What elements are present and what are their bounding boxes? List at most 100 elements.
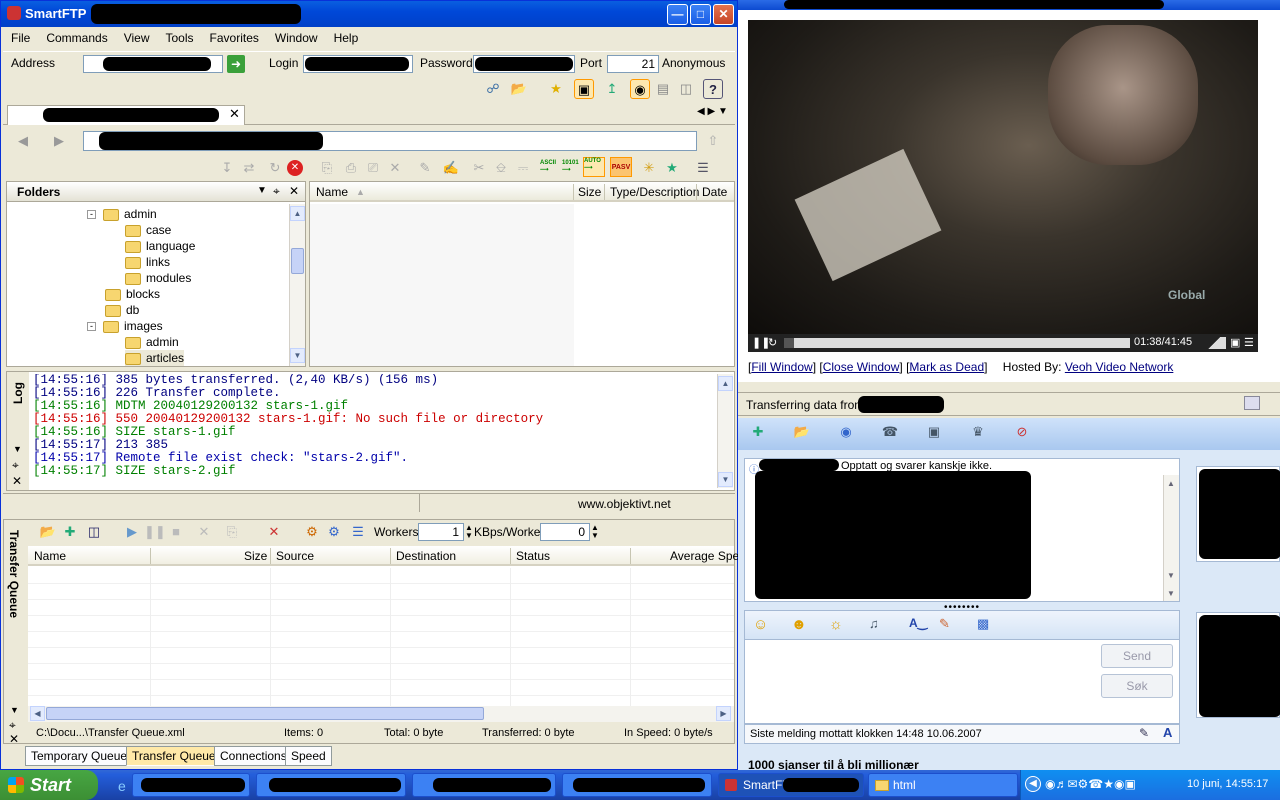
close-window-link[interactable]: Close Window [823, 360, 900, 374]
block-icon[interactable]: ⊘ [1012, 422, 1032, 442]
queue-hscrollbar[interactable]: ◀ ▶ [28, 706, 734, 722]
tree-node[interactable]: blocks [105, 286, 160, 302]
anonymous-toggle[interactable]: Anonymous [662, 56, 725, 70]
tab-temporary-queue[interactable]: Temporary Queue [25, 746, 134, 766]
tree-node[interactable]: - images [87, 318, 163, 334]
ie-icon[interactable]: e [118, 778, 126, 794]
tree-node[interactable]: articles [125, 350, 185, 366]
call-icon[interactable]: ☎ [880, 422, 900, 442]
queue-close-icon[interactable]: ✕ [9, 732, 19, 746]
tree-node[interactable]: language [125, 238, 195, 254]
tree-node[interactable]: - admin [87, 206, 157, 222]
add-queue-icon[interactable]: ✚ [60, 522, 80, 542]
scroll-left-icon[interactable]: ◀ [30, 706, 45, 721]
menu-view[interactable]: View [116, 29, 158, 47]
new-connection-icon[interactable]: ☍ [483, 79, 503, 99]
backgrounds-icon[interactable]: ✎ [939, 616, 950, 632]
view-mode-icon[interactable]: ☰ [693, 158, 713, 178]
port-input[interactable]: 21 [607, 55, 659, 73]
search-button[interactable]: Søk [1101, 674, 1173, 698]
save-queue-icon[interactable]: ◫ [84, 522, 104, 542]
scroll-end-icon[interactable]: ▼ [1167, 589, 1175, 598]
clear-queue-icon[interactable]: ✕ [264, 522, 284, 542]
col-size[interactable]: Size [578, 185, 601, 199]
dropdown-icon[interactable]: ▼ [257, 185, 267, 196]
remove-item-icon[interactable]: ✕ [194, 522, 214, 542]
games-icon[interactable]: ▩ [977, 616, 989, 632]
paste-icon[interactable]: ⎓ [513, 158, 533, 178]
menu-favorites[interactable]: Favorites [202, 29, 267, 47]
start-queue-icon[interactable]: ▶ [122, 522, 142, 542]
wink-icon[interactable]: ☻ [791, 616, 807, 633]
mark-dead-link[interactable]: Mark as Dead [909, 360, 984, 374]
pause-queue-icon[interactable]: ❚❚ [144, 522, 166, 542]
clock[interactable]: 10 juni, 14:55:17 [1187, 778, 1268, 790]
veoh-link[interactable]: Veoh Video Network [1065, 360, 1174, 374]
stop-icon[interactable]: ✕ [287, 160, 303, 176]
tab-transfer-queue[interactable]: Transfer Queue [126, 746, 222, 766]
font-icon[interactable]: A‿ [909, 616, 927, 630]
new-folder-icon[interactable]: ✳ [639, 158, 659, 178]
col-source[interactable]: Source [276, 549, 314, 563]
col-status[interactable]: Status [516, 549, 550, 563]
send-button[interactable]: Send [1101, 644, 1173, 668]
delete-icon[interactable]: ✕ [385, 158, 405, 178]
taskbar-item-smartftp[interactable]: SmartFT [718, 773, 864, 797]
pasv-mode-icon[interactable]: PASV [610, 157, 632, 177]
collapse-icon[interactable]: - [87, 322, 96, 331]
queue-options-icon[interactable]: ☰ [348, 522, 368, 542]
ascii-mode-icon[interactable]: ASCII ⟶ [540, 160, 556, 173]
load-queue-icon[interactable]: 📂 [38, 522, 58, 542]
tree-node[interactable]: case [125, 222, 171, 238]
tray-icons[interactable]: ◉♬✉⚙☎★◉▣ [1045, 777, 1136, 791]
col-type[interactable]: Type/Description [610, 185, 699, 199]
remote-file-list[interactable]: Name ▲ Size Type/Description Date [309, 181, 735, 367]
taskbar-item[interactable] [256, 773, 406, 797]
download-icon[interactable]: ↧ [217, 158, 237, 178]
copy-icon[interactable]: ⎘ [317, 158, 337, 178]
log-close-icon[interactable]: ✕ [12, 474, 22, 488]
sync-icon[interactable]: ⇄ [239, 158, 259, 178]
scroll-up-icon[interactable]: ▲ [1167, 479, 1175, 488]
menu-window[interactable]: Window [267, 29, 326, 47]
add-favorite-icon[interactable]: ★ [662, 158, 682, 178]
log-pin-icon[interactable]: ⌖ [12, 458, 19, 473]
tray-expand-icon[interactable]: ◀ [1025, 776, 1041, 792]
log-scrollbar[interactable]: ▲ ▼ [717, 374, 733, 488]
tab-close-icon[interactable]: ✕ [229, 106, 240, 122]
text-mode-icon[interactable]: A [1163, 725, 1172, 740]
queue-settings-icon[interactable]: ⚙ [324, 522, 344, 542]
webcam-icon[interactable]: ◉ [836, 422, 856, 442]
log-view-icon[interactable]: ◉ [630, 79, 650, 99]
message-input[interactable]: Send Søk [744, 640, 1180, 724]
tree-node[interactable]: admin [125, 334, 179, 350]
kbps-spinner-icon[interactable]: ▲ ▼ [591, 524, 599, 540]
volume-icon[interactable] [1202, 337, 1226, 349]
col-destination[interactable]: Destination [396, 549, 456, 563]
move-icon[interactable]: ⎙ [341, 158, 361, 178]
scroll-down-icon[interactable]: ▼ [718, 472, 733, 487]
refresh-icon[interactable]: ↻ [265, 158, 285, 178]
video-progress[interactable] [784, 338, 1130, 348]
scroll-thumb[interactable] [46, 707, 484, 720]
nudge-icon[interactable]: ☼ [829, 616, 843, 633]
clipboard-icon[interactable]: ⎒ [491, 158, 511, 178]
title-bar[interactable]: SmartFTP — □ ✕ [1, 1, 737, 27]
tree-node[interactable]: db [105, 302, 139, 318]
tree-node[interactable]: links [125, 254, 170, 270]
maximize-button[interactable]: □ [690, 4, 711, 25]
tab-connections[interactable]: Connections [214, 746, 293, 766]
queue-pin-icon[interactable]: ⌖ [9, 718, 16, 733]
scroll-up-icon[interactable]: ▲ [718, 376, 733, 391]
minimize-button[interactable]: — [667, 4, 688, 25]
up-folder-icon[interactable]: ⇧ [703, 131, 723, 151]
col-size[interactable]: Size [244, 549, 267, 563]
video-call-icon[interactable]: ▣ [924, 422, 944, 442]
workers-input[interactable]: 1 [418, 523, 464, 541]
close-button[interactable]: ✕ [713, 4, 734, 25]
binary-mode-icon[interactable]: 10101 ⟶ [562, 160, 579, 173]
tree-scrollbar[interactable]: ▲ ▼ [289, 204, 305, 366]
loop-icon[interactable]: ↻ [768, 336, 777, 349]
log-dropdown-icon[interactable]: ▼ [13, 444, 22, 454]
menu-commands[interactable]: Commands [38, 29, 115, 47]
